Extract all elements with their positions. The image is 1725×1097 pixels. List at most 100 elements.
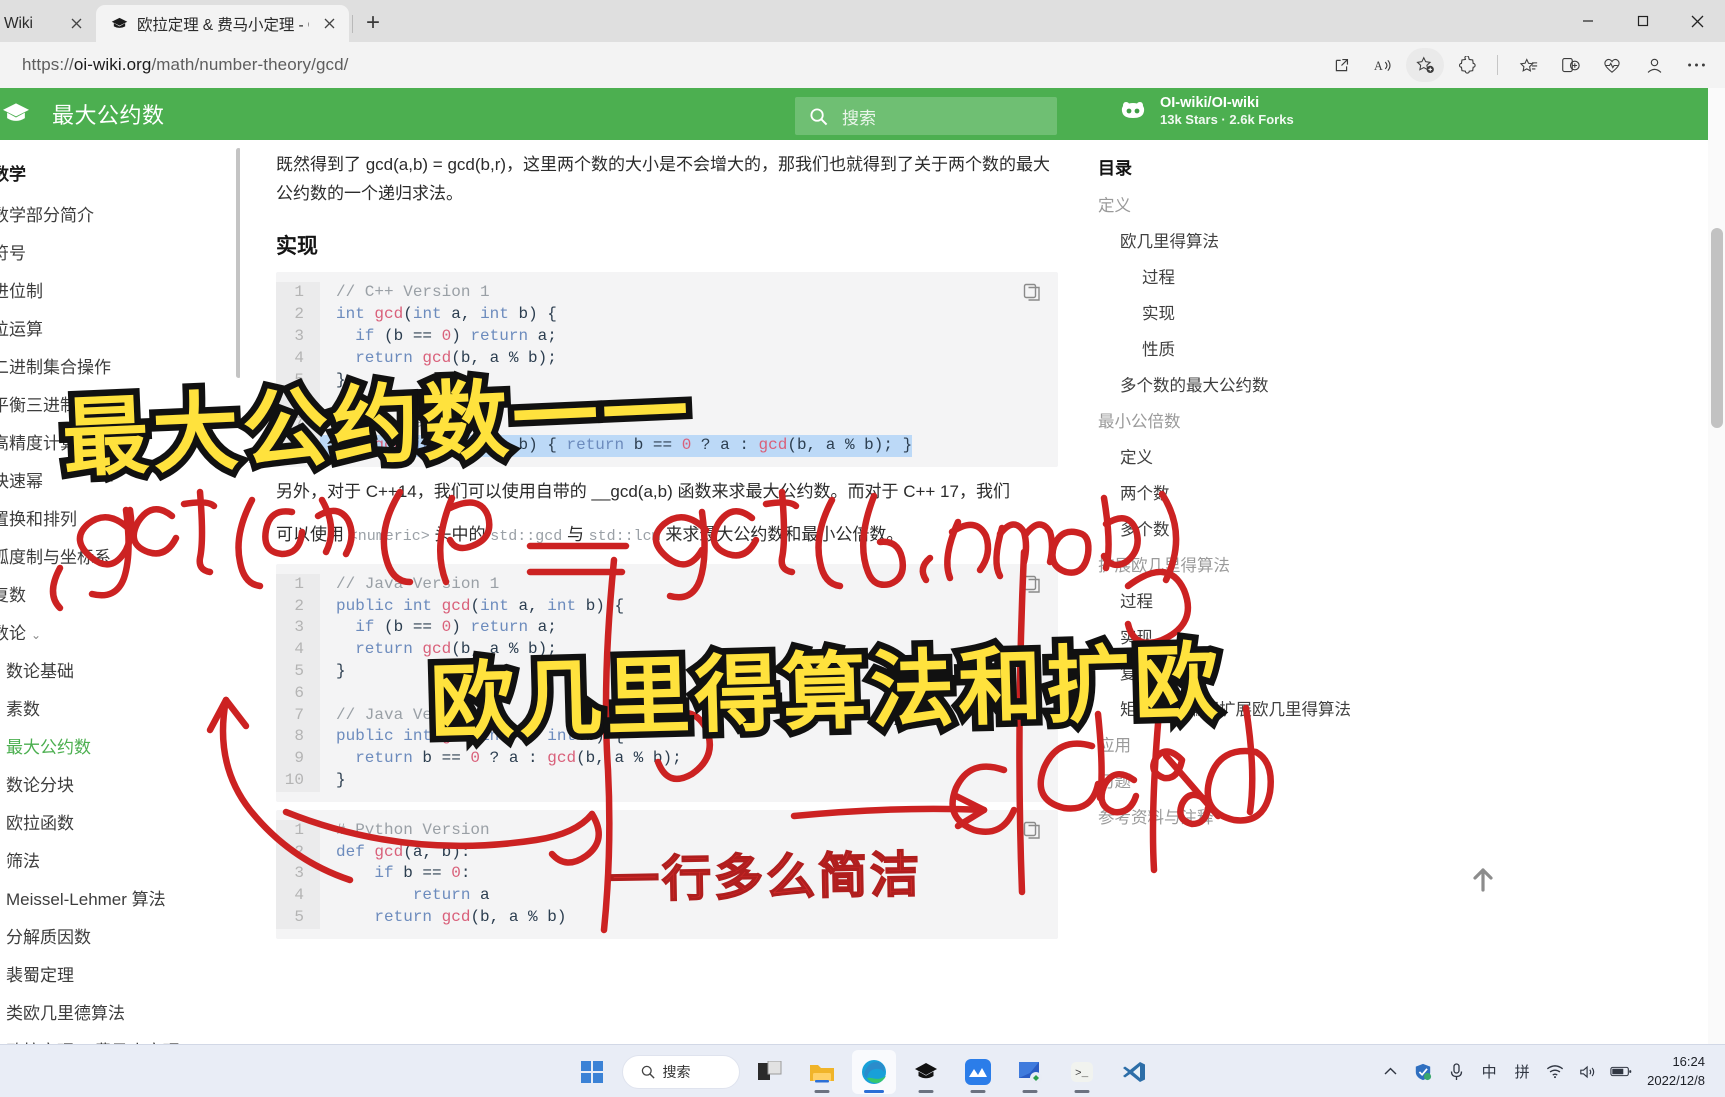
sidebar-item-1[interactable]: 符号 — [0, 232, 240, 270]
taskbar-search-box[interactable]: 搜索 — [621, 1054, 740, 1089]
close-icon[interactable] — [65, 13, 87, 35]
sidebar-item-21[interactable]: 类欧几里德算法 — [6, 992, 240, 1030]
read-aloud-icon[interactable]: A — [1364, 48, 1402, 82]
address-bar[interactable]: https://oi-wiki.org/math/number-theory/g… — [0, 42, 1725, 88]
browser-tab-1[interactable]: Wiki — [0, 5, 96, 42]
note-paragraph-1: 另外，对于 C++14，我们可以使用自带的 __gcd(a,b) 函数来求最大公… — [276, 481, 1010, 501]
toc-item-4[interactable]: 性质 — [1098, 330, 1398, 366]
task-view-icon[interactable] — [748, 1050, 792, 1094]
split-screen-icon[interactable] — [1551, 48, 1589, 82]
copy-icon[interactable] — [1022, 282, 1044, 304]
nav-group-title: 数学 — [0, 165, 26, 184]
ime-mode-indicator[interactable]: 中 — [1474, 1055, 1504, 1089]
sidebar-item-19[interactable]: 分解质因数 — [6, 916, 240, 954]
minimize-button[interactable] — [1560, 0, 1615, 42]
copy-icon[interactable] — [1022, 574, 1044, 596]
microsoft-edge-icon[interactable] — [851, 1049, 896, 1094]
sidebar-item-7[interactable]: 快速幂 — [0, 460, 240, 498]
sidebar-item-17[interactable]: 筛法 — [6, 840, 240, 878]
sidebar-item-3[interactable]: 位运算 — [0, 308, 240, 346]
scrollbar-thumb[interactable] — [1711, 228, 1723, 428]
remote-desktop-icon[interactable] — [1008, 1050, 1052, 1094]
toc-item-17[interactable]: 参考资料与注释 — [1098, 798, 1398, 834]
oi-wiki-app-icon[interactable] — [904, 1050, 948, 1094]
cpp-code-block[interactable]: 1 // C++ Version 1 2 int gcd(int a, int b) … — [276, 272, 1058, 467]
clock[interactable]: 16:24 2022/12/8 — [1639, 1053, 1717, 1091]
vscode-icon[interactable] — [1112, 1050, 1156, 1094]
back-to-top-button[interactable] — [1470, 866, 1498, 896]
toc-item-9[interactable]: 多个数 — [1098, 510, 1398, 546]
toc-item-0[interactable]: 定义 — [1098, 186, 1398, 222]
toc-item-11[interactable]: 过程 — [1098, 582, 1398, 618]
search-input[interactable]: 搜索 — [795, 97, 1057, 135]
code-line-number: 2 — [276, 304, 320, 327]
sidebar-item-22[interactable]: 欧拉定理 & 费马小定理 — [6, 1030, 240, 1045]
toc-item-2[interactable]: 过程 — [1098, 258, 1398, 294]
sidebar-item-12[interactable]: 数论基础 — [6, 650, 240, 688]
toc-item-13[interactable]: 复杂度分析 — [1098, 654, 1398, 690]
edge-glyph — [861, 1059, 886, 1084]
file-explorer-icon[interactable] — [800, 1050, 844, 1094]
section-heading-implementation: 实现 — [276, 235, 318, 259]
python-code-block[interactable]: 1 # Python Version 2 def gcd(a, b): 3 if b =… — [276, 809, 1058, 939]
windows-start-icon[interactable] — [570, 1050, 614, 1094]
browser-essentials-icon[interactable] — [1593, 48, 1631, 82]
toc-item-5[interactable]: 多个数的最大公约数 — [1098, 366, 1398, 402]
toc-item-15[interactable]: 应用 — [1098, 726, 1398, 762]
toc-item-16[interactable]: 习题 — [1098, 762, 1398, 798]
open-in-new-icon[interactable] — [1322, 48, 1360, 82]
sidebar-item-13[interactable]: 素数 — [6, 688, 240, 726]
sidebar-item-2[interactable]: 进位制 — [0, 270, 240, 308]
sidebar-item-15[interactable]: 数论分块 — [6, 764, 240, 802]
toc-item-10[interactable]: 扩展欧几里得算法 — [1098, 546, 1398, 582]
collections-icon[interactable] — [1509, 48, 1547, 82]
show-hidden-icons-chevron[interactable] — [1375, 1055, 1405, 1089]
extensions-icon[interactable] — [1448, 48, 1486, 82]
sidebar-item-6[interactable]: 高精度计算 — [0, 422, 240, 460]
maximize-button[interactable] — [1615, 0, 1670, 42]
sidebar-item-11[interactable]: 数论 ⌄ — [0, 612, 240, 650]
page-scrollbar[interactable] — [1708, 88, 1725, 1044]
url-display[interactable]: https://oi-wiki.org/math/number-theory/g… — [22, 55, 349, 75]
terminal-icon[interactable]: >_ — [1060, 1050, 1104, 1094]
toc-item-14[interactable]: 矩阵乘法编写扩展欧几里得算法 — [1098, 690, 1398, 726]
sidebar-item-16[interactable]: 欧拉函数 — [6, 802, 240, 840]
github-repo-link[interactable]: OI-wiki/OI-wiki 13k Stars · 2.6k Forks — [1118, 94, 1294, 128]
sidebar-item-8[interactable]: 置换和排列 — [0, 498, 240, 536]
wifi-icon[interactable] — [1540, 1055, 1570, 1089]
security-shield-icon[interactable] — [1408, 1055, 1438, 1089]
speaker-icon[interactable] — [1573, 1055, 1603, 1089]
code-line-text: } — [336, 662, 346, 681]
sidebar-item-5[interactable]: 平衡三进制 — [0, 384, 240, 422]
browser-tab-2[interactable]: 欧拉定理 & 费马小定理 - OI Wik — [96, 5, 349, 42]
new-tab-button[interactable]: + — [356, 6, 390, 40]
add-favorite-icon[interactable] — [1406, 48, 1444, 82]
toc-item-8[interactable]: 两个数 — [1098, 474, 1398, 510]
sidebar-item-18[interactable]: Meissel-Lehmer 算法 — [6, 878, 240, 916]
sidebar-item-10[interactable]: 复数 — [0, 574, 240, 612]
sidebar-item-4[interactable]: 二进制集合操作 — [0, 346, 240, 384]
toc-item-1[interactable]: 欧几里得算法 — [1098, 222, 1398, 258]
mountain-app-icon[interactable] — [956, 1050, 1000, 1094]
toc-item-3[interactable]: 实现 — [1098, 294, 1398, 330]
java-code-block[interactable]: 1 // Java Version 1 2 public int gcd(int a,… — [276, 563, 1058, 802]
sidebar-item-9[interactable]: 弧度制与坐标系 — [0, 536, 240, 574]
code-line: 7 // Java Version 2 — [276, 704, 1058, 727]
sidebar-item-20[interactable]: 裴蜀定理 — [6, 954, 240, 992]
oi-wiki-logo-icon[interactable] — [0, 94, 38, 134]
toc-item-12[interactable]: 实现 — [1098, 618, 1398, 654]
sidebar-item-0[interactable]: 数学部分简介 — [0, 194, 240, 232]
profile-icon[interactable] — [1635, 48, 1673, 82]
close-window-button[interactable] — [1670, 0, 1725, 42]
close-icon[interactable] — [318, 13, 340, 35]
sidebar-item-14[interactable]: 最大公约数 — [6, 726, 240, 764]
toc-item-6[interactable]: 最小公倍数 — [1098, 402, 1398, 438]
code-line-number: 5 — [276, 369, 320, 392]
toc-item-7[interactable]: 定义 — [1098, 438, 1398, 474]
battery-icon[interactable] — [1606, 1055, 1636, 1089]
ime-pinyin-indicator[interactable]: 拼 — [1507, 1055, 1537, 1089]
copy-icon[interactable] — [1022, 820, 1044, 842]
settings-more-icon[interactable] — [1677, 48, 1715, 82]
nav-scrollbar[interactable] — [236, 148, 240, 378]
microphone-icon[interactable] — [1441, 1055, 1471, 1089]
